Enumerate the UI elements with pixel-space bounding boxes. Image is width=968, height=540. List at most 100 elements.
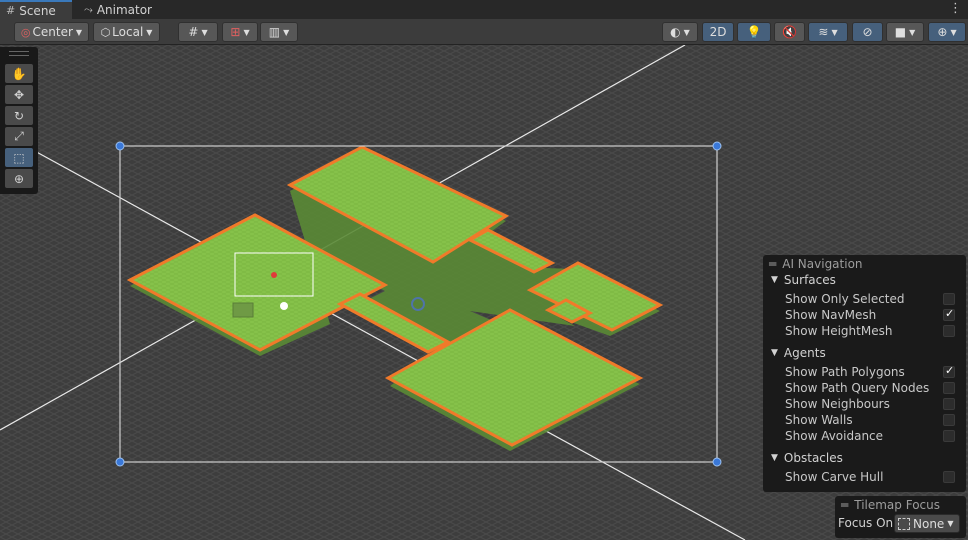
pivot-rotation-dropdown[interactable]: ⬡ Local ▼ xyxy=(93,22,160,42)
checkbox[interactable] xyxy=(943,430,955,442)
target-marker[interactable] xyxy=(280,302,288,310)
rect-icon: ⬚ xyxy=(13,150,25,165)
2d-label: 2D xyxy=(709,25,727,39)
option-show-heightmesh[interactable]: Show HeightMesh xyxy=(785,323,961,339)
hidden-eye-icon: ⊘ xyxy=(862,25,873,39)
ai-navigation-overlay: ═ AI Navigation ▼ Surfaces Show Only Sel… xyxy=(763,255,966,492)
effects-toggle[interactable]: ≋ ▼ xyxy=(808,22,848,42)
section-obstacles[interactable]: ▼ Obstacles xyxy=(771,451,843,465)
mute-icon: 🔇 xyxy=(782,25,797,39)
animator-icon: ⤳ xyxy=(84,2,93,16)
drag-handle-icon: ═ xyxy=(769,257,777,271)
section-label: Agents xyxy=(783,346,826,360)
checkbox[interactable] xyxy=(943,382,955,394)
scale-tool[interactable]: ⤢ xyxy=(5,127,33,146)
section-surfaces[interactable]: ▼ Surfaces xyxy=(771,273,836,287)
option-label: Show Carve Hull xyxy=(785,470,884,484)
dotted-rect-icon xyxy=(898,517,910,530)
move-tool[interactable]: ✥ xyxy=(5,85,33,104)
option-show-path-query-nodes[interactable]: Show Path Query Nodes xyxy=(785,380,961,396)
option-show-avoidance[interactable]: Show Avoidance xyxy=(785,428,961,444)
checkbox[interactable]: ✓ xyxy=(943,364,955,378)
rect-handle[interactable] xyxy=(115,457,125,467)
option-label: Show NavMesh xyxy=(785,308,877,322)
tab-bar: # Scene ⤳ Animator ⋮ xyxy=(0,0,968,19)
cube-icon: ⬡ xyxy=(100,25,111,39)
focus-value: None xyxy=(913,516,945,531)
option-show-navmesh[interactable]: Show NavMesh ✓ xyxy=(785,307,961,323)
draw-mode-dropdown[interactable]: ◐ ▼ xyxy=(662,22,698,42)
tilemap-focus-overlay: ═ Tilemap Focus Focus On None ▼ xyxy=(835,496,966,538)
foldout-arrow-icon: ▼ xyxy=(771,275,778,285)
increment-snap-button[interactable]: ⊞ ▼ xyxy=(222,22,258,42)
tab-scene-label: Scene xyxy=(19,3,56,18)
scale-icon: ⤢ xyxy=(14,129,24,143)
rect-tool[interactable]: ⬚ xyxy=(5,148,33,167)
rect-handle[interactable] xyxy=(115,141,125,151)
rect-handle[interactable] xyxy=(712,141,722,151)
option-label: Show HeightMesh xyxy=(785,324,893,338)
option-show-carve-hull[interactable]: Show Carve Hull xyxy=(785,469,961,485)
gizmos-dropdown[interactable]: ⊕ ▼ xyxy=(928,22,966,42)
lightbulb-icon: 💡 xyxy=(746,25,762,39)
tilemap-focus-header[interactable]: ═ Tilemap Focus xyxy=(841,498,940,512)
drag-handle-icon: ═ xyxy=(841,498,849,512)
pivot-icon: ◎ xyxy=(20,25,31,39)
transform-icon: ⊕ xyxy=(13,171,25,186)
camera-dropdown[interactable]: ■ ▼ xyxy=(886,22,924,42)
ruler-button[interactable]: ▥ ▼ xyxy=(260,22,298,42)
shading-icon: ◐ xyxy=(670,25,681,39)
option-label: Show Neighbours xyxy=(785,397,890,411)
gizmos-icon: ⊕ xyxy=(937,25,948,39)
scene-grid-icon: # xyxy=(6,4,16,17)
lighting-toggle[interactable]: 💡 xyxy=(737,22,771,42)
cube-object[interactable] xyxy=(232,302,254,318)
option-show-neighbours[interactable]: Show Neighbours xyxy=(785,396,961,412)
option-label: Show Path Polygons xyxy=(785,365,905,379)
foldout-arrow-icon: ▼ xyxy=(771,348,778,358)
ai-navigation-header[interactable]: ═ AI Navigation xyxy=(769,257,863,271)
rotate-tool[interactable]: ↻ xyxy=(5,106,33,125)
option-show-path-polygons[interactable]: Show Path Polygons ✓ xyxy=(785,364,961,380)
drag-handle-icon[interactable] xyxy=(9,51,29,56)
checkbox[interactable] xyxy=(943,398,955,410)
camera-icon: ■ xyxy=(894,25,907,39)
agent-marker[interactable] xyxy=(271,272,277,278)
tilemap-focus-title: Tilemap Focus xyxy=(854,498,940,512)
snap-icon: ⊞ xyxy=(230,25,241,39)
checkbox[interactable] xyxy=(943,325,955,337)
move-icon: ✥ xyxy=(13,87,25,102)
focus-on-dropdown[interactable]: None ▼ xyxy=(894,514,960,533)
hand-icon: ✋ xyxy=(11,66,27,81)
pivot-label: Center xyxy=(32,25,73,39)
pivot-mode-dropdown[interactable]: ◎ Center ▼ xyxy=(14,22,89,42)
more-options-icon[interactable]: ⋮ xyxy=(949,1,962,16)
foldout-arrow-icon: ▼ xyxy=(771,453,778,463)
checkbox[interactable] xyxy=(943,293,955,305)
section-agents[interactable]: ▼ Agents xyxy=(771,346,826,360)
audio-toggle[interactable]: 🔇 xyxy=(774,22,805,42)
option-label: Show Avoidance xyxy=(785,429,884,443)
checkbox[interactable] xyxy=(943,471,955,483)
tab-scene[interactable]: # Scene xyxy=(0,0,72,19)
2d-mode-toggle[interactable]: 2D xyxy=(702,22,734,42)
focus-on-label: Focus On xyxy=(838,516,894,530)
checkmark-icon: ✓ xyxy=(945,364,955,377)
transform-tool[interactable]: ⊕ xyxy=(5,169,33,188)
tab-animator-label: Animator xyxy=(96,2,152,17)
option-label: Show Path Query Nodes xyxy=(785,381,930,395)
scene-toolbar: ◎ Center ▼ ⬡ Local ▼ # ▼ ⊞ ▼ ▥ ▼ ◐ ▼ 2D 💡 🔇 ≋ ▼… xyxy=(0,19,968,45)
rect-handle[interactable] xyxy=(712,457,722,467)
view-tool[interactable]: ✋ xyxy=(5,64,33,83)
checkbox[interactable]: ✓ xyxy=(943,307,955,321)
option-show-walls[interactable]: Show Walls xyxy=(785,412,961,428)
option-show-only-selected[interactable]: Show Only Selected xyxy=(785,291,961,307)
grid-icon: # xyxy=(188,25,199,39)
grid-snapping-button[interactable]: # ▼ xyxy=(178,22,218,42)
tab-animator[interactable]: ⤳ Animator xyxy=(84,0,164,19)
checkbox[interactable] xyxy=(943,414,955,426)
visibility-toggle[interactable]: ⊘ xyxy=(852,22,883,42)
rotate-icon: ↻ xyxy=(13,108,25,123)
section-label: Obstacles xyxy=(783,451,843,465)
tools-overlay: ✋ ✥ ↻ ⤢ ⬚ ⊕ xyxy=(0,47,38,194)
